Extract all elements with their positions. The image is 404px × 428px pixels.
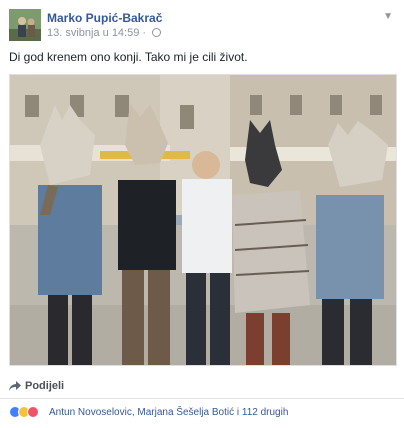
post-timestamp[interactable]: 13. svibnja u 14:59 · [47,27,146,39]
reactions-bar[interactable]: Antun Novoselovic, Marjana Šešelja Botić… [9,404,399,422]
post-photo[interactable] [9,74,397,366]
reactions-summary[interactable]: Antun Novoselovic, Marjana Šešelja Botić… [49,407,288,418]
share-label: Podijeli [25,380,65,392]
post-header: Marko Pupić-Bakrač 13. svibnja u 14:59 ·… [9,9,397,43]
chevron-down-icon[interactable]: ▼ [383,11,393,22]
divider [0,398,404,399]
globe-icon [152,28,162,37]
post-text: Di god krenem ono konji. Tako mi je cili… [9,50,248,64]
author-avatar[interactable] [9,9,41,41]
share-arrow-icon [9,381,21,391]
love-icon [27,406,39,418]
facebook-post: Marko Pupić-Bakrač 13. svibnja u 14:59 ·… [0,0,404,428]
author-name[interactable]: Marko Pupić-Bakrač [47,11,162,25]
post-meta: 13. svibnja u 14:59 · [47,27,162,39]
